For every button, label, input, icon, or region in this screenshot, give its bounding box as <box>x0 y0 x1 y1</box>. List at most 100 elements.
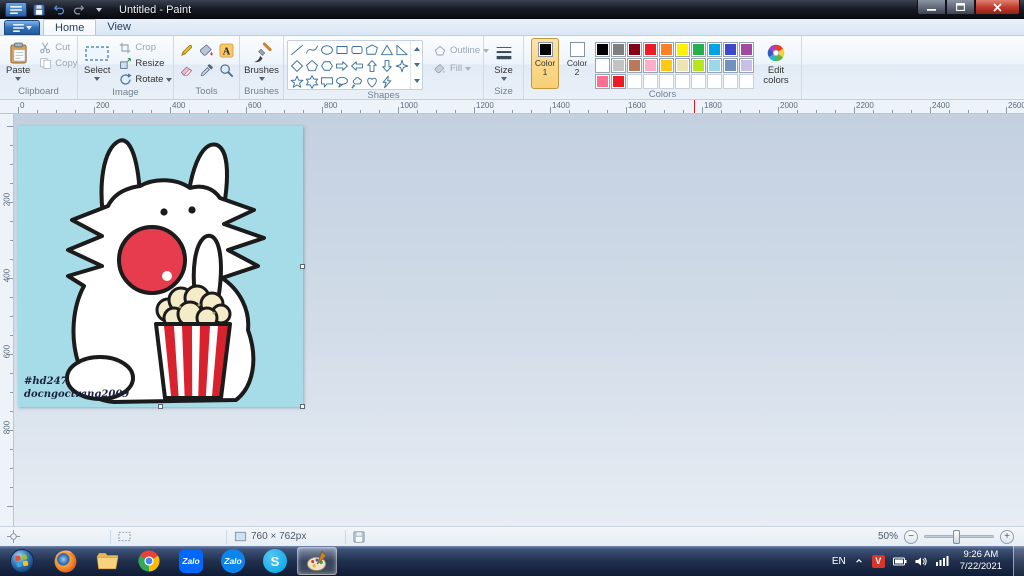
edit-colors-button[interactable]: Edit colors <box>758 38 794 89</box>
save-button[interactable] <box>30 2 47 17</box>
network-icon[interactable] <box>935 556 949 566</box>
palette-empty-2-6[interactable] <box>691 74 706 89</box>
taskbar-app-zalo-square[interactable]: Zalo <box>171 547 211 575</box>
maximize-button[interactable] <box>946 0 975 15</box>
shape-lightning[interactable] <box>379 74 394 90</box>
copy-button[interactable]: Copy <box>35 56 80 71</box>
outline-button[interactable]: Outline <box>430 43 492 58</box>
shape-rounded-rectangle[interactable] <box>349 42 364 58</box>
shape-hexagon[interactable] <box>319 58 334 74</box>
clock[interactable]: 9:26 AM 7/22/2021 <box>957 549 1005 574</box>
tab-view[interactable]: View <box>96 19 142 35</box>
shape-diamond[interactable] <box>289 58 304 74</box>
taskbar-app-skype[interactable]: S <box>255 547 295 575</box>
shape-curve[interactable] <box>304 42 319 58</box>
palette-color-1-2[interactable] <box>627 58 642 73</box>
palette-empty-2-2[interactable] <box>627 74 642 89</box>
battery-icon[interactable] <box>892 557 907 566</box>
palette-color-1-0[interactable] <box>595 58 610 73</box>
size-button[interactable]: Size <box>490 38 518 86</box>
unikey-tray-icon[interactable]: V <box>871 554 885 568</box>
palette-color-1-7[interactable] <box>707 58 722 73</box>
close-button[interactable] <box>975 0 1020 15</box>
tool-pencil-button[interactable] <box>177 41 196 60</box>
hidden-icons-arrow[interactable] <box>854 557 864 565</box>
palette-empty-2-3[interactable] <box>643 74 658 89</box>
palette-color-0-2[interactable] <box>627 42 642 57</box>
shape-arrow-right[interactable] <box>334 58 349 74</box>
shape-callout-rect[interactable] <box>319 74 334 90</box>
shape-right-triangle[interactable] <box>394 42 409 58</box>
zoom-out-button[interactable]: − <box>904 529 918 544</box>
canvas-resize-handle-bottom[interactable] <box>158 404 163 409</box>
palette-empty-2-9[interactable] <box>739 74 754 89</box>
palette-color-0-0[interactable] <box>595 42 610 57</box>
minimize-button[interactable] <box>917 0 946 15</box>
palette-color-1-3[interactable] <box>643 58 658 73</box>
palette-color-1-1[interactable] <box>611 58 626 73</box>
palette-color-1-8[interactable] <box>723 58 738 73</box>
tool-picker-button[interactable] <box>197 61 216 80</box>
shape-callout-oval[interactable] <box>334 74 349 90</box>
shape-polygon[interactable] <box>364 42 379 58</box>
palette-empty-2-7[interactable] <box>707 74 722 89</box>
shape-pentagon[interactable] <box>304 58 319 74</box>
palette-empty-2-8[interactable] <box>723 74 738 89</box>
tool-fill-button[interactable] <box>197 41 216 60</box>
palette-color-0-6[interactable] <box>691 42 706 57</box>
drawing-canvas[interactable]: #hd247 docngoctrang2009 <box>18 126 303 407</box>
shapes-expand-button[interactable] <box>411 73 422 89</box>
zoom-in-button[interactable]: + <box>1000 529 1014 544</box>
palette-color-2-0[interactable] <box>595 74 610 89</box>
start-button[interactable] <box>1 547 43 575</box>
shape-arrow-down[interactable] <box>379 58 394 74</box>
tab-home[interactable]: Home <box>43 19 97 35</box>
shape-line[interactable] <box>289 42 304 58</box>
resize-button[interactable]: Resize <box>115 56 175 71</box>
shape-heart[interactable] <box>364 74 379 90</box>
shape-arrow-left[interactable] <box>349 58 364 74</box>
select-button[interactable]: Select <box>81 38 113 87</box>
shapes-scroll-down-button[interactable] <box>411 57 422 73</box>
qat-dropdown-button[interactable] <box>90 2 107 17</box>
volume-icon[interactable] <box>915 556 928 567</box>
tool-magnifier-button[interactable] <box>217 61 236 80</box>
palette-color-1-6[interactable] <box>691 58 706 73</box>
palette-color-0-7[interactable] <box>707 42 722 57</box>
tool-text-button[interactable]: A <box>217 41 236 60</box>
zoom-slider[interactable] <box>924 530 994 544</box>
crop-button[interactable]: Crop <box>115 40 175 55</box>
palette-color-0-9[interactable] <box>739 42 754 57</box>
shape-star-6[interactable] <box>304 74 319 90</box>
zoom-slider-thumb[interactable] <box>953 530 960 544</box>
paste-button[interactable]: Paste <box>3 38 33 86</box>
rotate-button[interactable]: Rotate <box>115 72 175 87</box>
fill-button[interactable]: Fill <box>430 61 492 76</box>
shape-arrow-up[interactable] <box>364 58 379 74</box>
shapes-scroll-up-button[interactable] <box>411 41 422 57</box>
palette-color-0-5[interactable] <box>675 42 690 57</box>
shape-callout-cloud[interactable] <box>349 74 364 90</box>
taskbar-app-explorer[interactable] <box>87 547 127 575</box>
palette-color-1-9[interactable] <box>739 58 754 73</box>
canvas-resize-handle-corner[interactable] <box>300 404 305 409</box>
shape-star-4[interactable] <box>394 58 409 74</box>
shape-star-5[interactable] <box>289 74 304 90</box>
shape-triangle[interactable] <box>379 42 394 58</box>
palette-color-0-8[interactable] <box>723 42 738 57</box>
canvas-resize-handle-right[interactable] <box>300 264 305 269</box>
taskbar-app-zalo-round[interactable]: Zalo <box>213 547 253 575</box>
palette-color-2-1[interactable] <box>611 74 626 89</box>
palette-color-0-3[interactable] <box>643 42 658 57</box>
taskbar-app-chrome[interactable] <box>129 547 169 575</box>
brushes-button[interactable]: Brushes <box>241 38 282 86</box>
palette-color-0-1[interactable] <box>611 42 626 57</box>
taskbar-app-firefox[interactable] <box>45 547 85 575</box>
cut-button[interactable]: Cut <box>35 40 80 55</box>
shape-oval[interactable] <box>319 42 334 58</box>
palette-color-0-4[interactable] <box>659 42 674 57</box>
shape-rectangle[interactable] <box>334 42 349 58</box>
redo-button[interactable] <box>70 2 87 17</box>
color2-button[interactable]: Color 2 <box>563 38 591 89</box>
palette-empty-2-4[interactable] <box>659 74 674 89</box>
